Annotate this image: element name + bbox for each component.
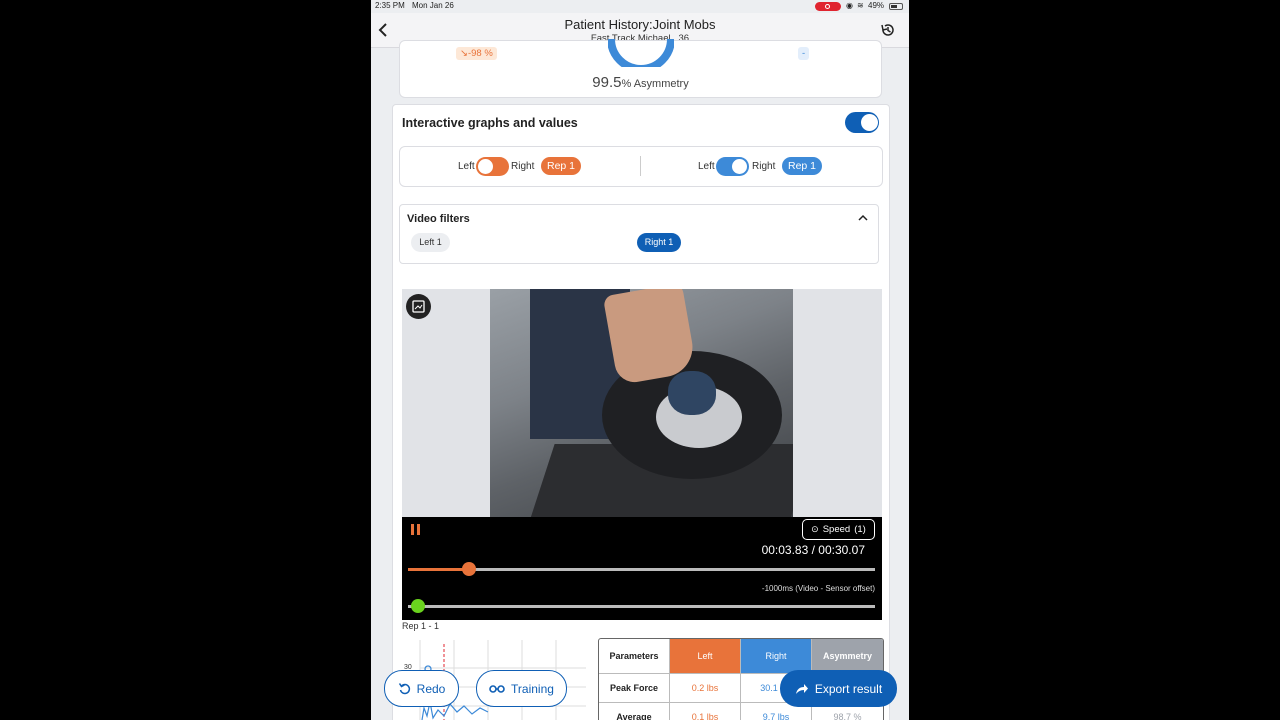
header-left: Left bbox=[670, 639, 741, 674]
asymmetry-readout: 99.5% Asymmetry bbox=[400, 74, 881, 92]
side-selector-row: Left Right Rep 1 Left Right Rep 1 bbox=[399, 146, 883, 187]
left-rep-chip[interactable]: Rep 1 bbox=[541, 157, 581, 175]
video-filters-title: Video filters bbox=[407, 213, 470, 225]
page-title: Patient History:Joint Mobs bbox=[564, 17, 716, 32]
left-side-toggle-knob bbox=[478, 159, 493, 174]
battery-level: 49% bbox=[868, 1, 885, 10]
speed-value: (1) bbox=[854, 524, 866, 535]
right-label: Right bbox=[511, 161, 535, 172]
left-change-value: -98 % bbox=[467, 48, 493, 59]
signal-icon: ◉ bbox=[846, 1, 853, 10]
asymmetry-label: % Asymmetry bbox=[621, 78, 689, 90]
sensor-device-shape bbox=[668, 371, 716, 415]
speed-button[interactable]: ⊙ Speed (1) bbox=[802, 519, 875, 540]
filter-left-1[interactable]: Left 1 bbox=[411, 233, 450, 252]
speed-icon: ⊙ bbox=[811, 524, 819, 534]
share-arrow-icon bbox=[795, 683, 808, 694]
status-time: 2:35 PM bbox=[375, 1, 405, 10]
export-result-label: Export result bbox=[814, 681, 883, 696]
redo-button[interactable]: Redo bbox=[384, 670, 459, 707]
redo-label: Redo bbox=[416, 681, 446, 696]
pause-icon[interactable] bbox=[411, 524, 420, 535]
status-date: Mon Jan 26 bbox=[412, 1, 454, 10]
export-result-button[interactable]: Export result bbox=[780, 670, 897, 707]
offset-thumb[interactable] bbox=[411, 599, 425, 613]
left-side-toggle[interactable] bbox=[476, 157, 509, 176]
row-average-label: Average bbox=[599, 703, 670, 720]
asymmetry-summary-card: ↘-98 % - 99.5% Asymmetry bbox=[399, 38, 882, 98]
left-change-badge: ↘-98 % bbox=[456, 47, 497, 60]
redo-icon bbox=[398, 683, 410, 695]
training-button[interactable]: Training bbox=[476, 670, 567, 707]
header-asymmetry: Asymmetry bbox=[812, 639, 883, 674]
sensor-offset-label: -1000ms (Video - Sensor offset) bbox=[761, 584, 875, 593]
battery-icon bbox=[889, 3, 903, 10]
right-side-toggle[interactable] bbox=[716, 157, 749, 176]
interactive-section-title: Interactive graphs and values bbox=[402, 116, 578, 130]
header-right: Right bbox=[741, 639, 812, 674]
video-frame[interactable] bbox=[490, 289, 793, 517]
right-side-toggle-knob bbox=[732, 159, 747, 174]
seek-track[interactable] bbox=[408, 562, 875, 576]
row-peak-force-left: 0.2 lbs bbox=[670, 674, 741, 703]
speed-label: Speed bbox=[822, 524, 851, 535]
video-controls: ⊙ Speed (1) 00:03.83 / 00:30.07 -1000ms … bbox=[402, 517, 882, 620]
trend-down-icon: ↘ bbox=[460, 48, 468, 59]
status-bar: 2:35 PM Mon Jan 26 ◉ ≋ 49% bbox=[371, 0, 909, 13]
right-change-badge: - bbox=[798, 47, 810, 60]
wifi-icon: ≋ bbox=[857, 1, 864, 10]
filter-right-1[interactable]: Right 1 bbox=[637, 233, 681, 252]
history-icon[interactable] bbox=[880, 22, 896, 38]
offset-track[interactable] bbox=[408, 599, 875, 613]
left-label-2: Left bbox=[698, 161, 715, 172]
divider bbox=[640, 156, 641, 176]
asymmetry-donut-chart bbox=[608, 38, 674, 67]
fullscreen-icon bbox=[412, 300, 425, 313]
seek-fill bbox=[408, 568, 469, 571]
header-parameters: Parameters bbox=[599, 639, 670, 674]
recording-indicator-icon bbox=[815, 2, 841, 11]
training-icon bbox=[489, 684, 505, 693]
asymmetry-value: 99.5 bbox=[592, 74, 622, 91]
playback-time: 00:03.83 / 00:30.07 bbox=[761, 543, 865, 557]
left-label: Left bbox=[458, 161, 475, 172]
video-viewport bbox=[402, 289, 882, 517]
interactive-toggle[interactable] bbox=[845, 112, 879, 133]
right-rep-chip[interactable]: Rep 1 bbox=[782, 157, 822, 175]
row-peak-force-label: Peak Force bbox=[599, 674, 670, 703]
interactive-toggle-knob bbox=[861, 114, 878, 131]
app-screen: 2:35 PM Mon Jan 26 ◉ ≋ 49% Patient Histo… bbox=[371, 0, 909, 720]
seek-thumb[interactable] bbox=[461, 562, 476, 576]
fullscreen-button[interactable] bbox=[406, 294, 431, 319]
chevron-up-icon[interactable] bbox=[858, 214, 868, 222]
right-label-2: Right bbox=[752, 161, 776, 172]
video-filters-panel: Video filters Left 1 Right 1 bbox=[399, 204, 879, 264]
row-average-left: 0.1 lbs bbox=[670, 703, 741, 720]
training-label: Training bbox=[511, 681, 554, 696]
rep-range-label: Rep 1 - 1 bbox=[402, 621, 440, 631]
